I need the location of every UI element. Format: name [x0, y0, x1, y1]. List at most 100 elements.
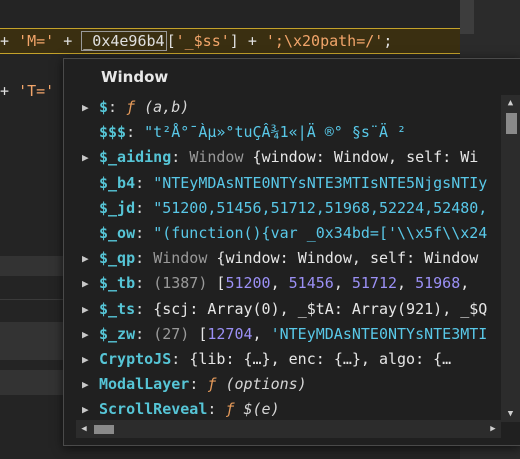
number-value: 51456 [288, 274, 334, 293]
colon: : [135, 324, 145, 343]
brace: { [189, 349, 199, 368]
property-row[interactable]: $_b4: "NTEyMDAsNTE0NTYsNTE3MTIsNTE5NjgsN… [64, 171, 504, 196]
plus-operator: + [0, 32, 10, 50]
plus-operator: + [0, 82, 10, 100]
property-key: $_ts [99, 299, 136, 318]
code-line[interactable]: + 'T=' [0, 79, 54, 103]
property-key: $_tb [99, 274, 136, 293]
horizontal-scrollbar[interactable]: ◀ ▶ [76, 420, 501, 438]
preview-key: lib [198, 349, 226, 368]
highlighted-code-line[interactable]: + 'M=' + _0x4e96b4 ['_$ss'] + ';\x20path=… [0, 28, 460, 54]
colon: : [135, 173, 145, 192]
type-name: Window [153, 249, 208, 268]
expand-arrow-icon[interactable]: ▶ [82, 397, 89, 422]
colon: : [135, 198, 145, 217]
expand-arrow-icon[interactable]: ▶ [82, 372, 89, 397]
string-literal: ';\x20path=/' [265, 32, 384, 50]
property-key: $ [99, 98, 109, 116]
property-row[interactable]: ▶ $_ts: {scj: Array(0), _$tA: Array(921)… [64, 297, 504, 322]
expand-arrow-icon[interactable]: ▶ [82, 246, 89, 271]
expand-arrow-icon[interactable]: ▶ [82, 322, 89, 347]
string-value: 'NTEyMDAsNTE0NTYsNTE3MTI [270, 324, 488, 343]
vertical-scrollbar[interactable]: ▲ ▼ [501, 95, 520, 422]
object-preview-popover: Window ▶ $: ƒ (a,b) $$$: "t²Å°¯Àµ»°tuÇÂ¾… [63, 58, 520, 446]
expand-arrow-icon[interactable]: ▶ [82, 347, 89, 372]
preview-key: algo [378, 349, 416, 368]
brace: { [252, 148, 262, 167]
expand-arrow-icon[interactable]: ▶ [82, 297, 89, 322]
property-key: $_zw [99, 324, 136, 343]
property-list: ▶ $: ƒ (a,b) $$$: "t²Å°¯Àµ»°tuÇÂ¾1«|Ä ®°… [64, 95, 504, 422]
preview-value: Window [297, 249, 352, 268]
colon: : [135, 274, 145, 293]
number-value: 51712 [351, 274, 398, 293]
editor-panel-band [0, 256, 64, 276]
vertical-scroll-thumb[interactable] [506, 113, 517, 134]
colon: : [207, 400, 217, 419]
expand-arrow-icon[interactable]: ▶ [82, 145, 89, 170]
scroll-right-icon[interactable]: ▶ [485, 420, 501, 438]
preview-value: {…} [243, 349, 271, 368]
array-length: (27) [153, 324, 190, 343]
string-value: "NTEyMDAsNTE0NTYsNTE3MTIsNTE5NjgsNTIy [153, 173, 488, 192]
property-row[interactable]: ▶ $_zw: (27) [12704, 'NTEyMDAsNTE0NTYsNT… [64, 322, 504, 347]
property-row[interactable]: ▶ $_qp: Window {window: Window, self: Wi… [64, 246, 504, 271]
array-length: (1387) [153, 274, 208, 293]
property-row[interactable]: $_ow: "(function(){var _0x34bd=['\\x5f\\… [64, 221, 504, 246]
property-key: ScrollReveal [99, 400, 208, 419]
expand-arrow-icon[interactable]: ▶ [82, 95, 89, 120]
property-row[interactable]: ▶ ModalLayer: ƒ (options) [64, 372, 504, 397]
scroll-up-icon[interactable]: ▲ [501, 95, 520, 111]
colon: : [171, 349, 181, 368]
preview-key: enc [288, 349, 316, 368]
function-args: (options) [225, 375, 307, 394]
property-row[interactable]: ▶ $: ƒ (a,b) [64, 95, 504, 120]
string-value: "51200,51456,51712,51968,52224,52480, [153, 198, 488, 217]
editor-panel-band [0, 370, 64, 395]
scroll-down-icon[interactable]: ▼ [501, 406, 520, 422]
property-key: $$$ [99, 123, 127, 142]
function-marker: ƒ [126, 98, 136, 116]
colon: : [135, 223, 145, 242]
colon: : [135, 249, 145, 268]
bracket: ] [229, 32, 239, 50]
preview-key: window [261, 148, 316, 167]
number-value: 51968 [415, 274, 461, 293]
semicolon: ; [383, 32, 393, 50]
plus-operator: + [247, 32, 257, 50]
property-key: $_b4 [99, 173, 136, 192]
string-literal: 'T=' [18, 82, 55, 100]
bracket: [ [166, 32, 176, 50]
function-args: $(e) [243, 400, 280, 419]
function-marker: ƒ [207, 375, 217, 394]
property-key: $_ow [99, 223, 136, 242]
colon: : [126, 123, 136, 142]
preview-value: Window [424, 249, 479, 268]
preview-value: Wi [460, 148, 479, 167]
property-row[interactable]: ▶ $_aiding: Window {window: Window, self… [64, 145, 504, 170]
property-key: CryptoJS [99, 349, 172, 368]
property-key: $_qp [99, 249, 136, 268]
property-row[interactable]: ▶ CryptoJS: {lib: {…}, enc: {…}, algo: {… [64, 347, 504, 372]
property-row[interactable]: $$$: "t²Å°¯Àµ»°tuÇÂ¾1«|Ä ®° §s¨Ä ² [64, 120, 504, 145]
brace: { [153, 299, 163, 318]
property-row[interactable]: ▶ $_tb: (1387) [51200, 51456, 51712, 519… [64, 271, 504, 296]
horizontal-scroll-thumb[interactable] [94, 425, 114, 434]
preview-value: {… [433, 349, 452, 368]
editor-panel-band [0, 322, 64, 360]
hovered-identifier[interactable]: _0x4e96b4 [81, 31, 167, 51]
editor-scroll-thumb[interactable] [460, 0, 474, 34]
preview-key: self [406, 148, 443, 167]
colon: : [108, 98, 118, 116]
popover-title: Window [101, 68, 169, 86]
property-row[interactable]: ▶ ScrollReveal: ƒ $(e) [64, 397, 504, 422]
scroll-left-icon[interactable]: ◀ [76, 420, 92, 438]
expand-arrow-icon[interactable]: ▶ [82, 271, 89, 296]
string-literal: '_$ss' [175, 32, 230, 50]
string-value: "t²Å°¯Àµ»°tuÇÂ¾1«|Ä ®° §s¨Ä ² [144, 123, 407, 142]
preview-key: window [225, 249, 280, 268]
colon: : [135, 299, 145, 318]
property-row[interactable]: $_jd: "51200,51456,51712,51968,52224,524… [64, 196, 504, 221]
string-literal: 'M=' [18, 32, 55, 50]
preview-key: _$Q [460, 299, 488, 318]
